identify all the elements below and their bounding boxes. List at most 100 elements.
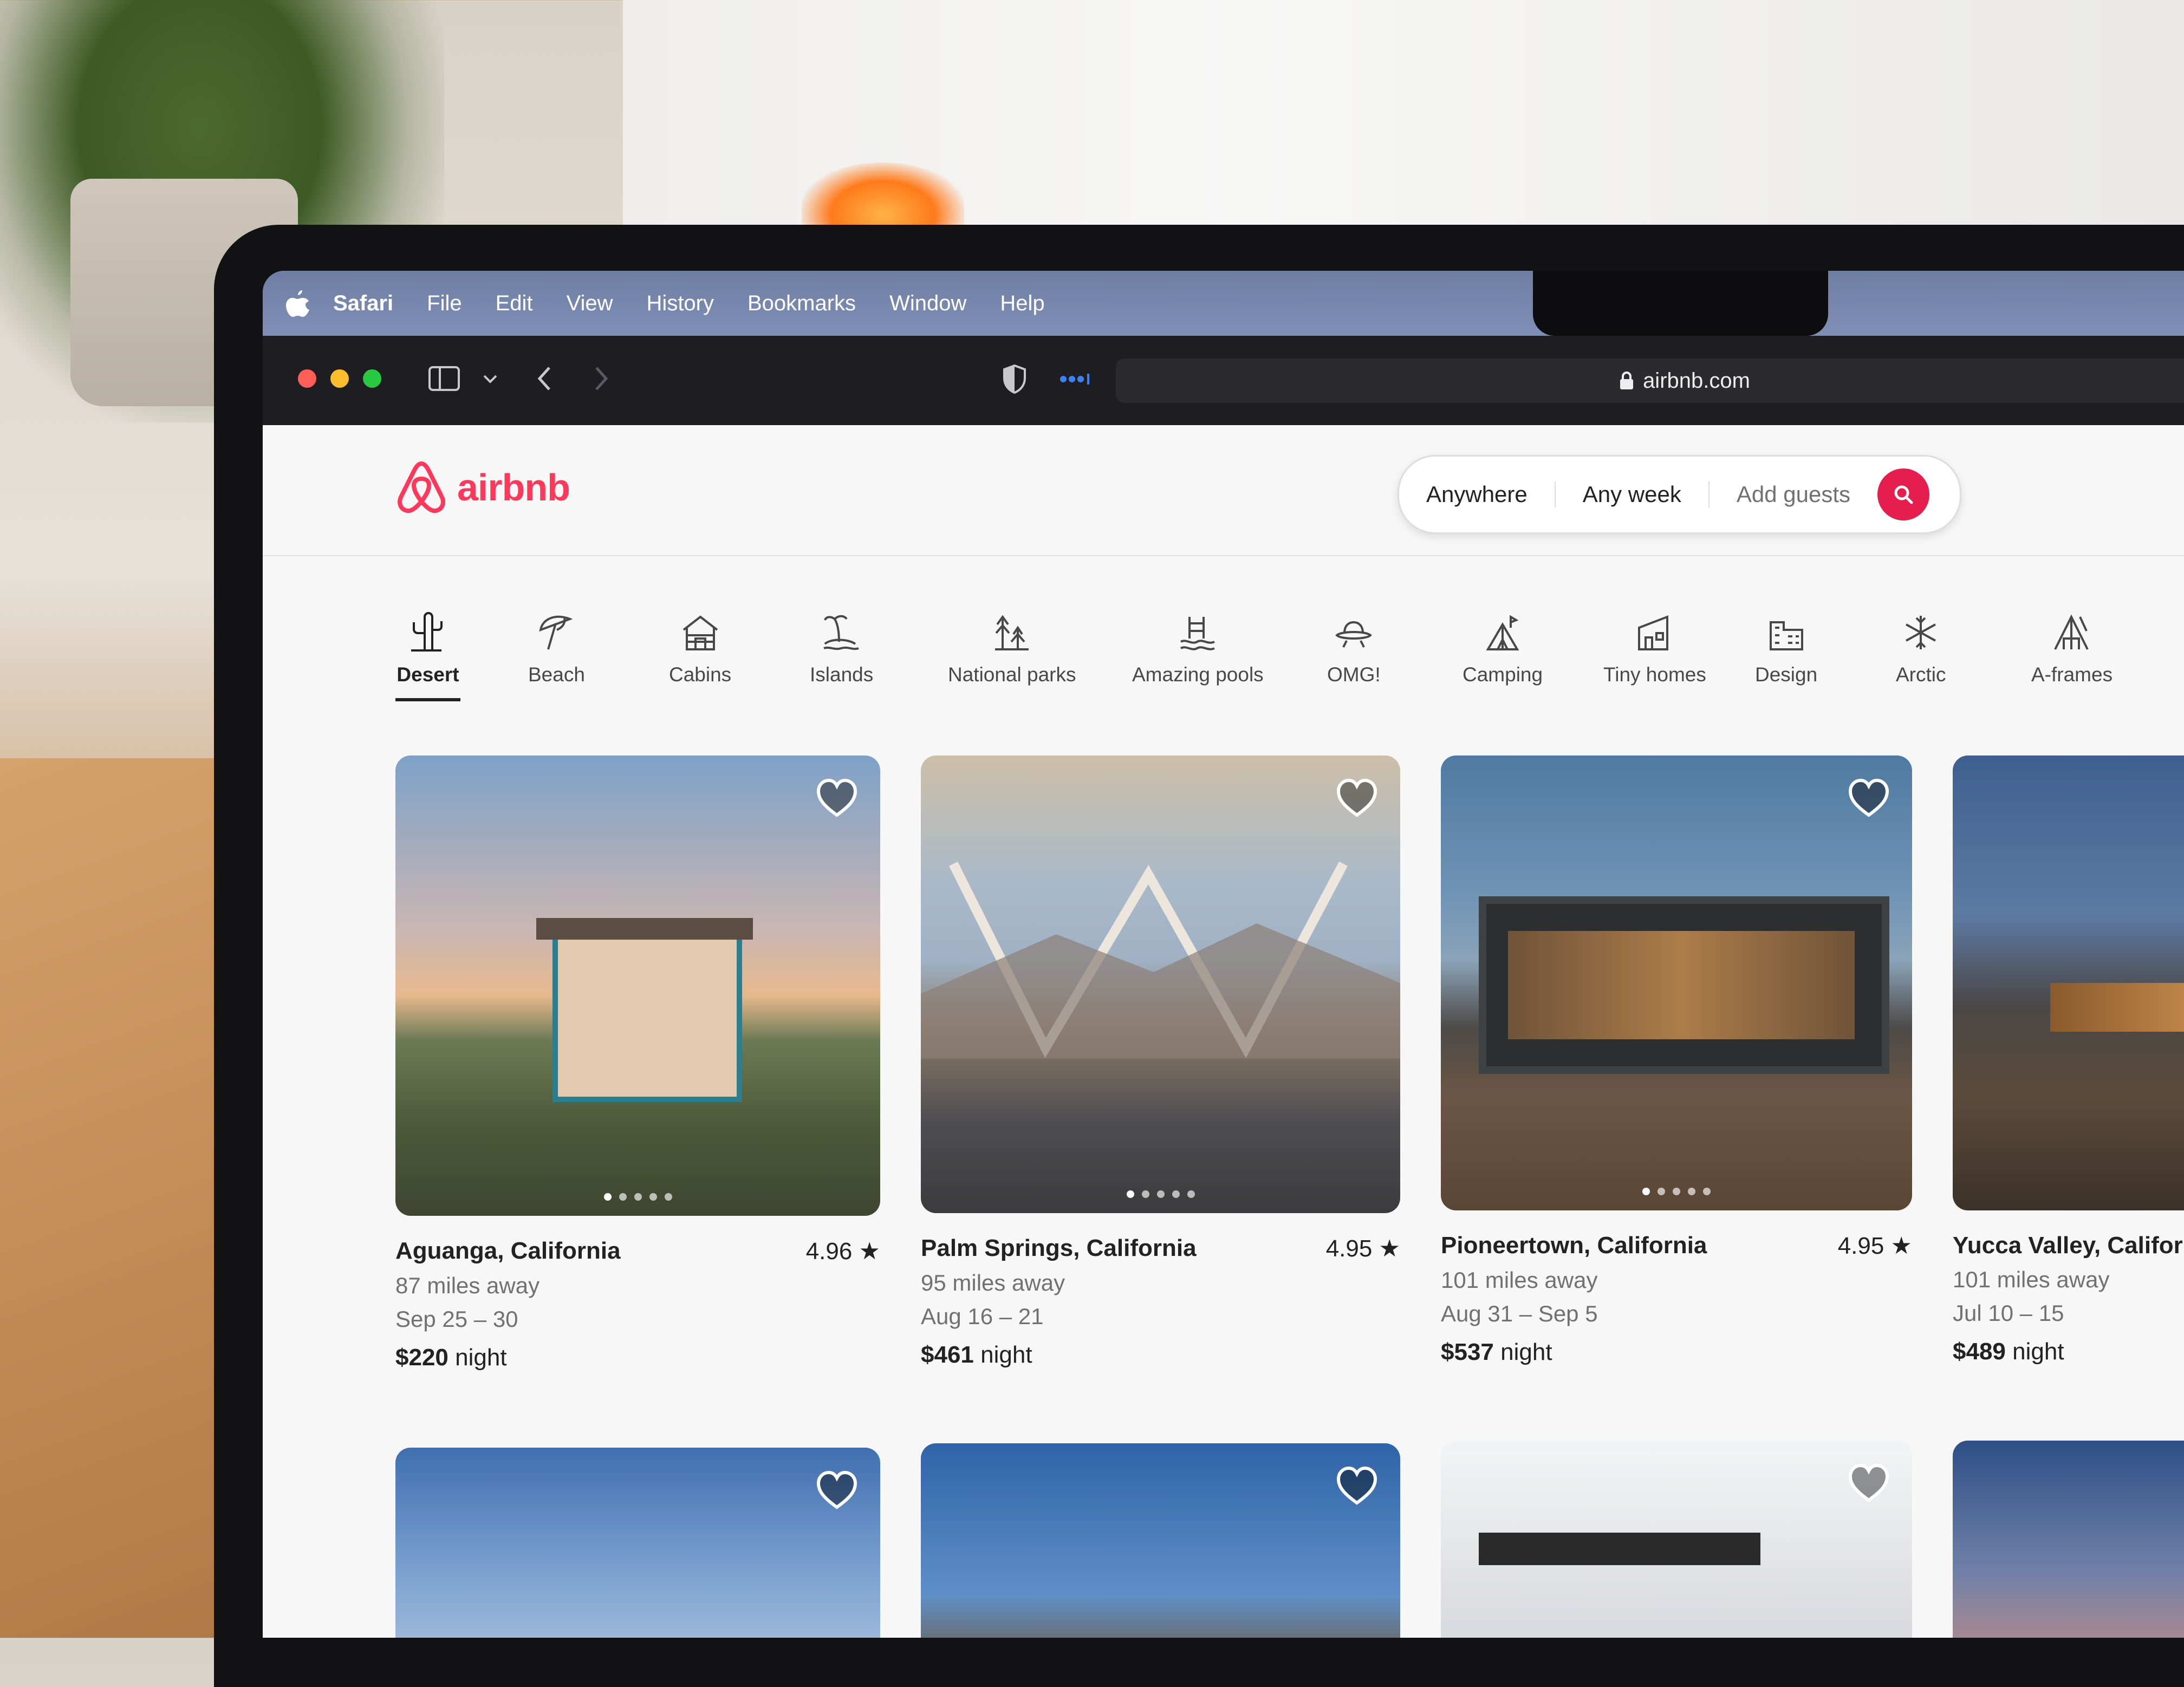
category-amazing-pools[interactable]: Amazing pools [1132,604,1264,686]
listing-location: Yucca Valley, Californ [1953,1232,2184,1259]
design-building-icon [1769,621,1803,650]
airbnb-logo[interactable]: airbnb [395,460,570,514]
modern-house-illustration [1479,896,1889,1074]
chevron-down-icon[interactable] [482,374,498,385]
apple-icon [286,290,309,317]
listing-photo[interactable] [1953,1441,2184,1638]
privacy-shield-icon[interactable] [1002,364,1027,394]
listing-location: Palm Springs, California [921,1235,1197,1261]
category-cabins[interactable]: Cabins [669,604,731,686]
listing-photo[interactable] [395,755,880,1216]
heart-icon[interactable] [815,777,859,820]
forward-icon[interactable] [593,366,609,392]
listing-photo[interactable] [1441,1441,1912,1638]
photo-dots [1126,1190,1195,1198]
price-unit: night [2012,1338,2064,1365]
listing-price: $537 night [1441,1339,1912,1366]
airbnb-wordmark: airbnb [457,466,570,509]
category-islands[interactable]: Islands [810,604,873,686]
category-label: Cabins [669,663,732,686]
pool-icon [1180,617,1216,650]
listing-card[interactable]: Pioneertown, California 4.95 ★ 101 miles … [1441,755,1912,1366]
cactus-icon [411,612,443,652]
category-design[interactable]: Design [1755,604,1817,686]
category-desert[interactable]: Desert [395,604,460,701]
category-bar: Desert Beach Cabins Islands National par… [395,604,2183,723]
listing-location: Pioneertown, California [1441,1232,1707,1259]
menu-safari[interactable]: Safari [333,291,393,316]
heart-icon[interactable] [1335,1465,1379,1508]
listing-dates: Jul 10 – 15 [1953,1300,2064,1326]
browser-toolbar: airbnb.com [263,336,2184,425]
search-when[interactable]: Any week [1556,481,1709,507]
listing-distance: 87 miles away [395,1273,540,1298]
listing-photo[interactable] [1441,755,1912,1210]
sidebar-toggle-icon[interactable] [428,366,460,392]
listing-photo[interactable] [921,1443,1400,1638]
address-bar[interactable]: airbnb.com [1116,359,2184,403]
category-label: Tiny homes [1603,663,1706,686]
listing-card[interactable]: Palm Springs, California 4.95 ★ 95 miles … [921,755,1400,1369]
search-where[interactable]: Anywhere [1399,481,1556,507]
menu-history[interactable]: History [647,291,714,316]
menu-window[interactable]: Window [889,291,966,316]
listing-dates: Aug 31 – Sep 5 [1441,1301,1598,1326]
house-lights [2050,983,2184,1032]
close-window-button[interactable] [298,369,316,388]
category-tiny-homes[interactable]: Tiny homes [1603,604,1706,686]
category-omg[interactable]: OMG! [1327,604,1381,686]
search-button[interactable] [1877,468,1930,520]
price-amount: $537 [1441,1339,1494,1365]
listing-distance: 101 miles away [1953,1267,2110,1292]
listing-dates: Sep 25 – 30 [395,1306,518,1332]
heart-icon[interactable] [815,1469,859,1513]
listing-card[interactable] [395,1448,880,1638]
search-bar[interactable]: Anywhere Any week Add guests [1398,455,1961,534]
menu-bar: Safari File Edit View History Bookmarks … [263,271,2184,336]
listing-card[interactable]: Aguanga, California 4.96 ★ 87 miles away … [395,755,880,1371]
password-extension-icon[interactable] [1059,373,1091,386]
apple-menu[interactable] [263,289,333,317]
menu-bookmarks[interactable]: Bookmarks [748,291,856,316]
search-icon [1894,485,1913,504]
category-label: Camping [1462,663,1543,686]
category-label: Islands [810,663,874,686]
listing-card[interactable] [921,1443,1400,1638]
listing-price: $220 night [395,1344,880,1371]
category-national-parks[interactable]: National parks [948,604,1076,686]
listing-rating: 4.95 ★ [1325,1235,1400,1262]
menu-help[interactable]: Help [1000,291,1044,316]
listing-location: Aguanga, California [395,1237,621,1264]
listing-photo[interactable] [921,755,1400,1213]
heart-icon[interactable] [1847,1462,1890,1506]
search-guests[interactable]: Add guests [1709,481,1872,507]
lock-icon [1620,372,1634,389]
category-label: Design [1755,663,1818,686]
heart-icon[interactable] [1847,777,1890,820]
minimize-window-button[interactable] [330,369,349,388]
photo-dots [603,1193,672,1201]
category-label: Amazing pools [1132,663,1264,686]
heart-icon[interactable] [1335,777,1379,820]
listing-photo[interactable] [1953,755,2184,1210]
menu-file[interactable]: File [427,291,461,316]
category-a-frames[interactable]: A-frames [2031,604,2112,686]
listing-rating: 4.96 ★ [805,1238,880,1265]
zoom-window-button[interactable] [363,369,381,388]
category-camping[interactable]: Camping [1462,604,1543,686]
menu-edit[interactable]: Edit [496,291,533,316]
category-beach[interactable]: Beach [528,604,585,686]
listing-card[interactable] [1953,1441,2184,1638]
trees-icon [995,615,1029,650]
listing-card[interactable]: Yucca Valley, Californ 101 miles away Ju… [1953,755,2184,1365]
category-label: Desert [396,663,459,686]
back-icon[interactable] [536,366,552,392]
menu-view[interactable]: View [567,291,613,316]
category-arctic[interactable]: Arctic [1896,604,1946,686]
listing-card[interactable] [1441,1441,1912,1638]
glass-house-illustration [921,861,1400,1059]
category-label: Arctic [1896,663,1946,686]
listing-photo[interactable] [395,1448,880,1638]
cabin-roof [536,918,753,940]
roof-overhang [1479,1533,1760,1565]
